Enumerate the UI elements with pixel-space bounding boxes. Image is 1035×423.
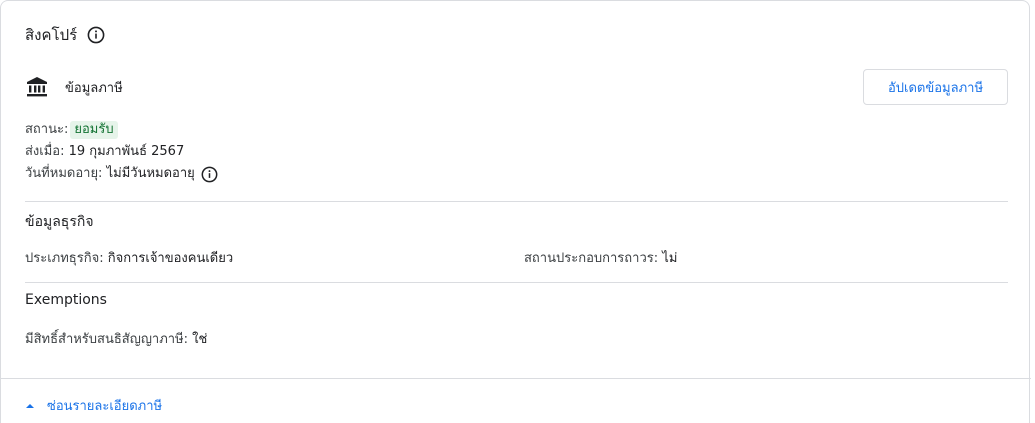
section-divider: [25, 282, 1008, 283]
section-divider: [25, 201, 1008, 202]
treaty-eligibility-field: มีสิทธิ์สำหรับสนธิสัญญาภาษี: ใช่: [25, 328, 207, 349]
permanent-establishment-label: สถานประกอบการถาวร:: [524, 251, 659, 266]
sent-date-line: ส่งเมื่อ: 19 กุมภาพันธ์ 2567: [25, 141, 218, 163]
business-type-value: กิจการเจ้าของคนเดียว: [107, 251, 234, 266]
info-icon[interactable]: [87, 26, 105, 44]
caret-up-icon: [25, 401, 35, 411]
treaty-eligibility-label: มีสิทธิ์สำหรับสนธิสัญญาภาษี:: [25, 332, 189, 347]
treaty-eligibility-value: ใช่: [192, 332, 208, 347]
bank-icon: [25, 75, 49, 99]
hide-tax-details-toggle[interactable]: ซ่อนรายละเอียดภาษี: [25, 395, 162, 416]
footer-divider: [1, 378, 1031, 379]
status-line: สถานะ: ยอมรับ: [25, 119, 218, 141]
tax-info-card: สิงคโปร์ ข้อมูลภาษี อัปเดตข้อมูลภาษี สถา…: [0, 0, 1031, 423]
tax-status-block: สถานะ: ยอมรับ ส่งเมื่อ: 19 กุมภาพันธ์ 25…: [25, 119, 218, 185]
tax-info-label: ข้อมูลภาษี: [65, 80, 123, 96]
permanent-establishment-value: ไม่: [662, 251, 678, 266]
expiry-line: วันที่หมดอายุ: ไม่มีวันหมดอายุ: [25, 163, 218, 185]
hide-tax-details-label: ซ่อนรายละเอียดภาษี: [47, 399, 163, 414]
business-info-title: ข้อมูลธุรกิจ: [25, 214, 94, 230]
sent-value: 19 กุมภาพันธ์ 2567: [68, 144, 185, 159]
status-label: สถานะ:: [25, 122, 69, 137]
business-type-label: ประเภทธุรกิจ:: [25, 251, 104, 266]
tax-info-row: ข้อมูลภาษี: [25, 75, 123, 99]
info-icon[interactable]: [201, 166, 218, 183]
update-tax-info-button[interactable]: อัปเดตข้อมูลภาษี: [863, 69, 1008, 105]
country-name: สิงคโปร์: [25, 26, 78, 44]
business-type-field: ประเภทธุรกิจ: กิจการเจ้าของคนเดียว: [25, 247, 233, 268]
sent-label: ส่งเมื่อ:: [25, 144, 65, 159]
status-badge: ยอมรับ: [70, 121, 118, 139]
permanent-establishment-field: สถานประกอบการถาวร: ไม่: [524, 247, 677, 268]
expiry-label: วันที่หมดอายุ:: [25, 166, 103, 181]
country-heading: สิงคโปร์: [25, 23, 105, 47]
exemptions-title: Exemptions: [25, 292, 107, 308]
expiry-value: ไม่มีวันหมดอายุ: [106, 166, 195, 181]
